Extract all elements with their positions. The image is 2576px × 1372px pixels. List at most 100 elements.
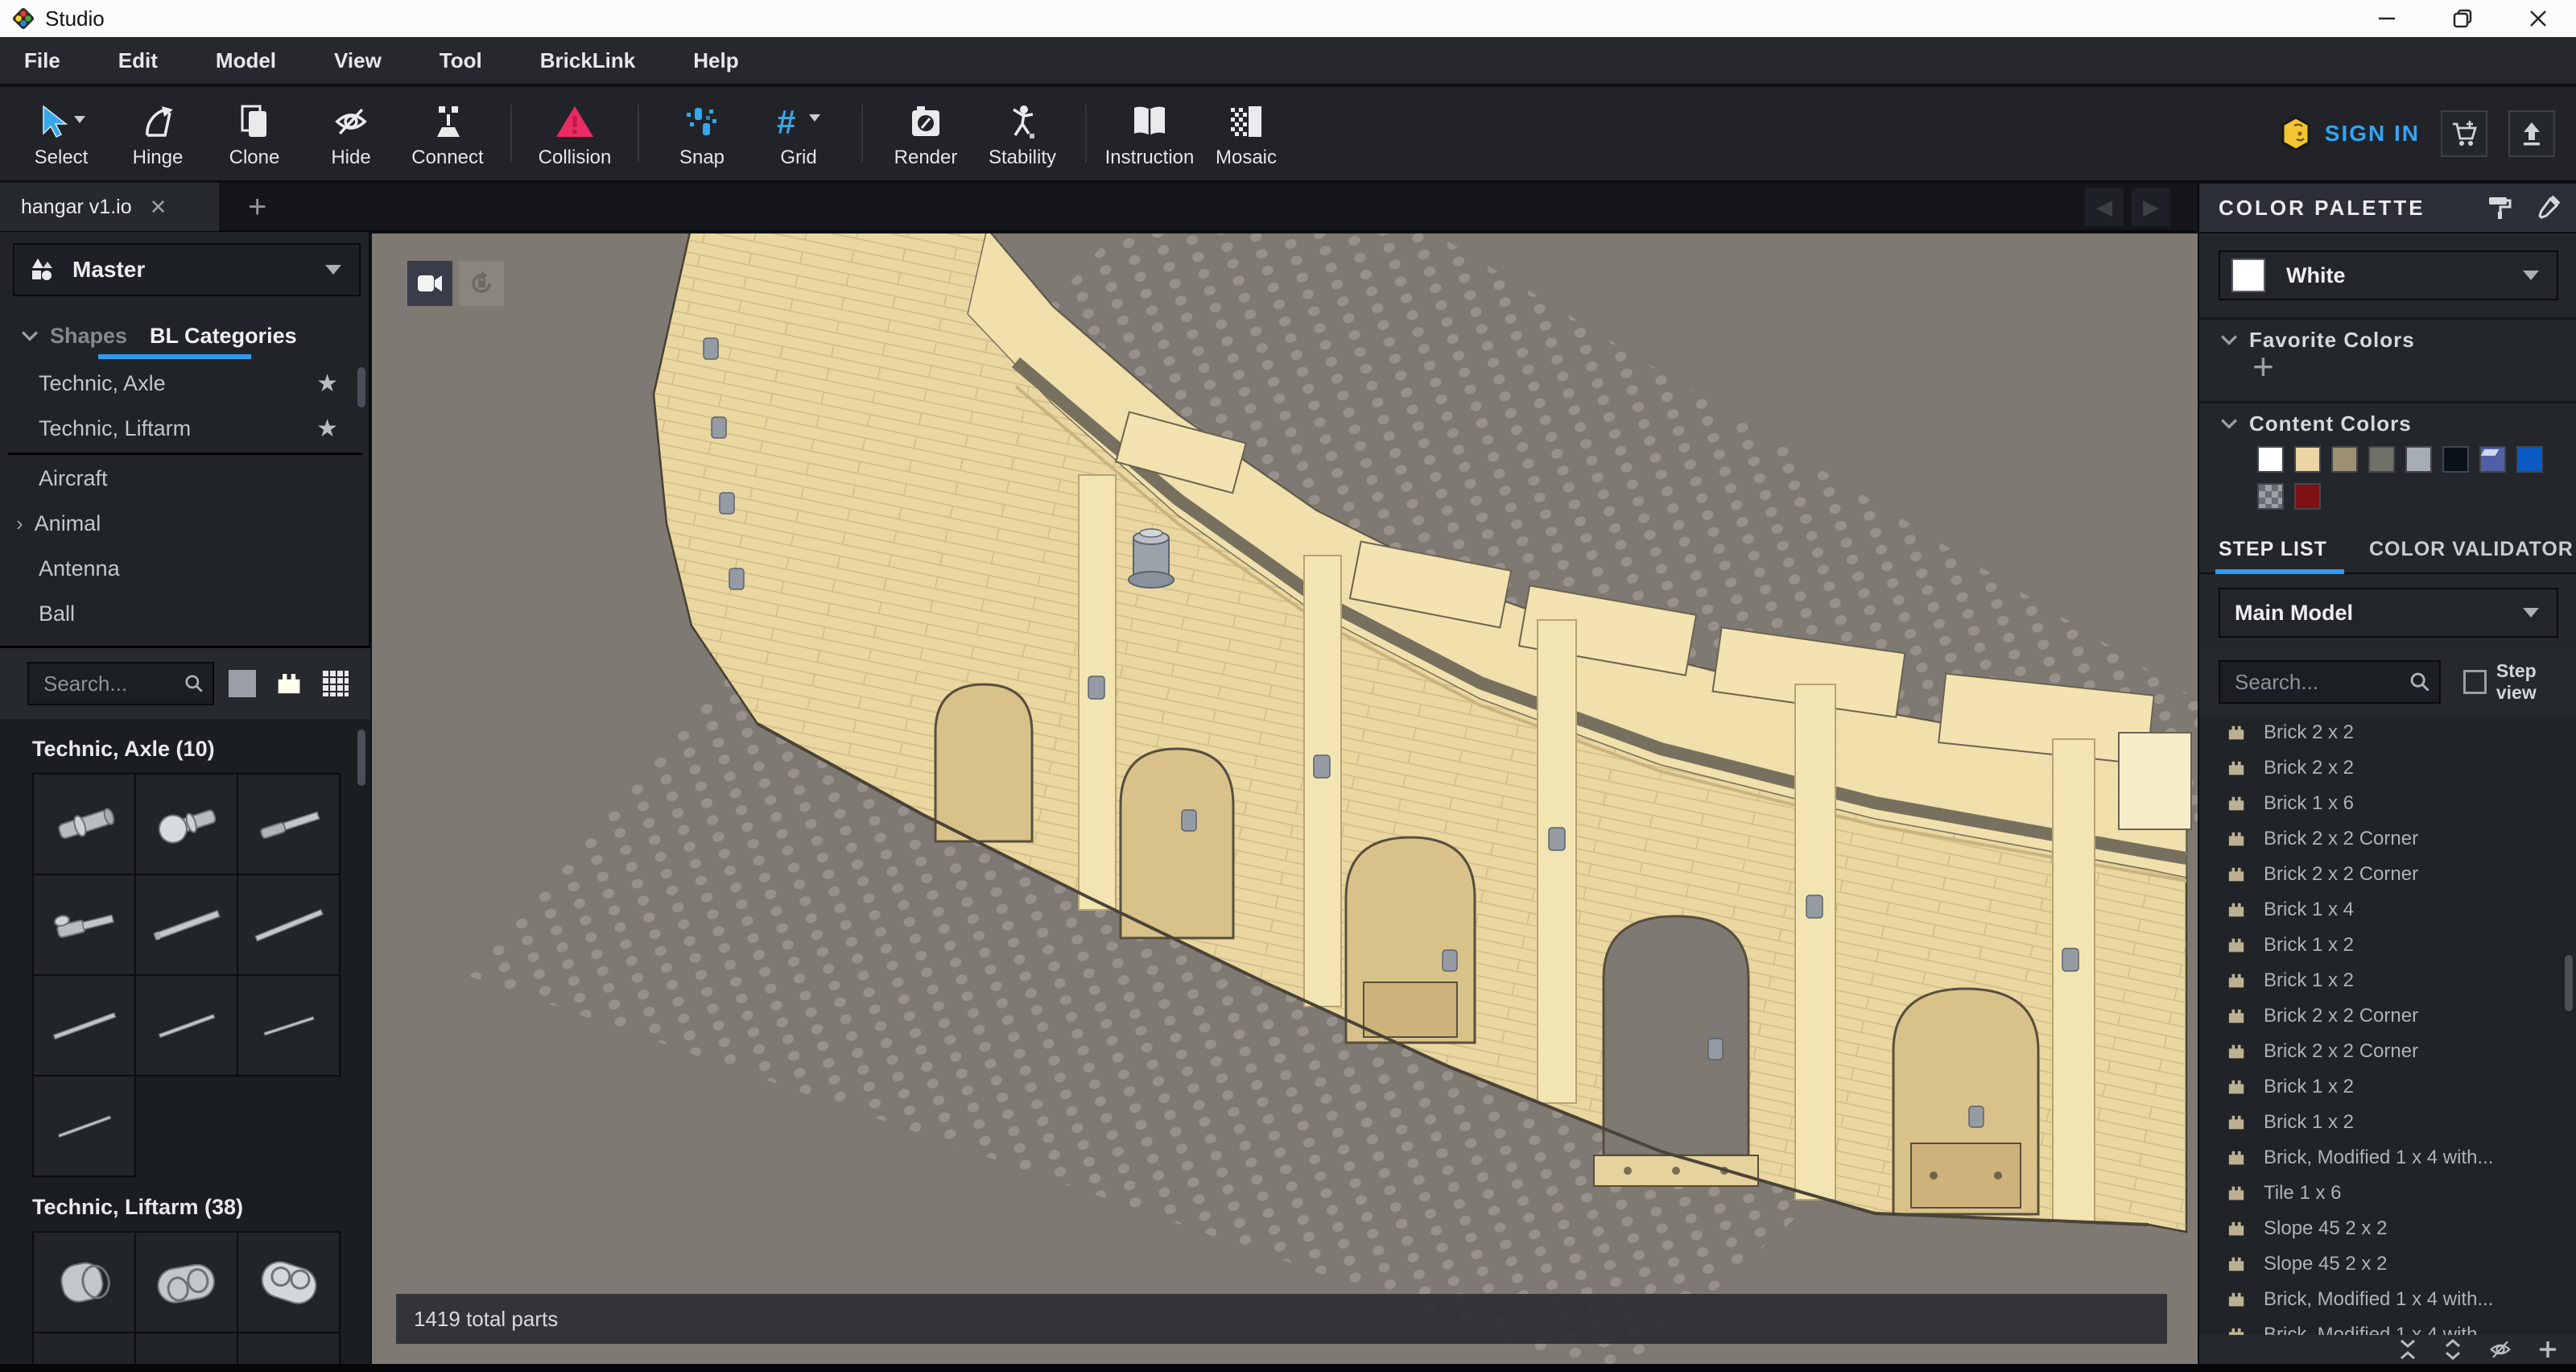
part-thumbnail-liftarm-5[interactable] xyxy=(136,1333,238,1364)
part-thumbnail-liftarm-3[interactable] xyxy=(238,1233,341,1333)
menu-bricklink[interactable]: BrickLink xyxy=(511,48,665,73)
menu-view[interactable]: View xyxy=(305,48,411,73)
part-thumbnail-thin-axle[interactable] xyxy=(136,976,238,1077)
part-thumbnail-liftarm-6[interactable] xyxy=(238,1333,341,1364)
current-color-dropdown[interactable]: White xyxy=(2219,250,2558,300)
hide-tool-button[interactable]: Hide xyxy=(303,87,399,180)
step-row[interactable]: Brick 1 x 2 xyxy=(2199,963,2576,998)
step-row[interactable]: Brick 1 x 2 xyxy=(2199,1105,2576,1140)
upload-button[interactable] xyxy=(2508,110,2555,157)
tab-bl-categories[interactable]: BL Categories xyxy=(150,324,297,349)
mosaic-tool-button[interactable]: Mosaic xyxy=(1198,87,1294,180)
hinge-tool-button[interactable]: Hinge xyxy=(109,87,206,180)
paint-roller-icon[interactable] xyxy=(2486,194,2513,221)
part-thumbnail-axle-pin[interactable] xyxy=(34,775,136,875)
cart-button[interactable] xyxy=(2441,110,2487,157)
collapse-all-icon[interactable] xyxy=(2397,1338,2418,1361)
part-thumbnail-thin-axle[interactable] xyxy=(238,976,341,1077)
add-favorite-color-button[interactable]: + xyxy=(2252,345,2274,388)
category-animal[interactable]: › Animal xyxy=(0,501,370,546)
sign-in-button[interactable]: SIGN IN xyxy=(2325,121,2420,147)
3d-viewport[interactable]: 1419 total parts xyxy=(372,233,2198,1364)
color-swatch-white[interactable] xyxy=(2257,446,2284,473)
camera-view-button[interactable] xyxy=(407,261,452,306)
parts-scrollbar[interactable] xyxy=(357,729,365,786)
add-step-icon[interactable] xyxy=(2537,1339,2558,1360)
part-thumbnail-liftarm-1[interactable] xyxy=(34,1233,136,1333)
step-view-checkbox[interactable] xyxy=(2463,670,2487,694)
step-row[interactable]: Brick 1 x 4 xyxy=(2199,892,2576,928)
step-row[interactable]: Brick 2 x 2 Corner xyxy=(2199,821,2576,857)
model-selector-dropdown[interactable]: Main Model xyxy=(2219,588,2558,638)
expand-all-icon[interactable] xyxy=(2442,1338,2463,1361)
tab-step-list[interactable]: STEP LIST xyxy=(2219,538,2327,561)
star-icon[interactable]: ★ xyxy=(316,370,338,398)
restore-button[interactable] xyxy=(2425,0,2500,37)
eyedropper-icon[interactable] xyxy=(2534,194,2562,221)
minimize-button[interactable] xyxy=(2349,0,2425,37)
menu-edit[interactable]: Edit xyxy=(89,48,187,73)
color-swatch-tan[interactable] xyxy=(2294,446,2321,473)
render-tool-button[interactable]: Render xyxy=(877,87,974,180)
step-row[interactable]: Brick 2 x 2 xyxy=(2199,750,2576,786)
menu-help[interactable]: Help xyxy=(664,48,767,73)
step-row[interactable]: Brick, Modified 1 x 4 with... xyxy=(2199,1282,2576,1317)
color-swatch-trans-clear[interactable] xyxy=(2257,483,2284,510)
view-mode-flat-button[interactable] xyxy=(224,665,261,702)
step-row[interactable]: Slope 45 2 x 2 xyxy=(2199,1246,2576,1282)
part-thumbnail-ball-pin[interactable] xyxy=(136,775,238,875)
stability-tool-button[interactable]: Stability xyxy=(974,87,1071,180)
collapse-chevron-icon[interactable] xyxy=(21,330,39,341)
color-swatch-dark-red[interactable] xyxy=(2294,483,2321,510)
expand-chevron-icon[interactable]: › xyxy=(16,511,23,536)
category-aircraft[interactable]: Aircraft xyxy=(0,456,370,501)
view-mode-brick-button[interactable] xyxy=(270,665,308,702)
part-thumbnail-thin-axle[interactable] xyxy=(34,976,136,1077)
tab-close-icon[interactable]: ✕ xyxy=(150,195,167,220)
connect-tool-button[interactable]: Connect xyxy=(399,87,496,180)
menu-model[interactable]: Model xyxy=(187,48,305,73)
collision-tool-button[interactable]: Collision xyxy=(526,87,623,180)
part-thumbnail-axle-with-stud[interactable] xyxy=(238,775,341,875)
content-colors-section[interactable]: Content Colors xyxy=(2199,406,2576,441)
color-swatch-gray[interactable] xyxy=(2368,446,2395,473)
category-antenna[interactable]: Antenna xyxy=(0,546,370,591)
color-swatch-light-gray[interactable] xyxy=(2405,446,2432,473)
master-model-dropdown[interactable]: Master xyxy=(13,243,361,296)
category-technic-liftarm[interactable]: Technic, Liftarm ★ xyxy=(0,406,370,451)
part-thumbnail-liftarm-4[interactable] xyxy=(34,1333,136,1364)
color-swatch-black[interactable] xyxy=(2442,446,2469,473)
part-thumbnail-long-axle[interactable] xyxy=(136,875,238,976)
step-row[interactable]: Brick, Modified 1 x 4 with... xyxy=(2199,1317,2576,1335)
category-scrollbar[interactable] xyxy=(357,367,365,407)
color-swatch-blue[interactable] xyxy=(2516,446,2543,473)
part-thumbnail-liftarm-2[interactable] xyxy=(136,1233,238,1333)
grid-tool-button[interactable]: # Grid xyxy=(750,87,847,180)
snap-tool-button[interactable]: Snap xyxy=(654,87,750,180)
category-ball[interactable]: Ball xyxy=(0,591,370,636)
category-technic-axle[interactable]: Technic, Axle ★ xyxy=(0,361,370,406)
part-thumbnail-pin-perpendicular[interactable] xyxy=(34,875,136,976)
view-mode-grid-button[interactable] xyxy=(317,665,354,702)
step-row[interactable]: Brick 1 x 6 xyxy=(2199,786,2576,821)
part-thumbnail-long-axle[interactable] xyxy=(238,875,341,976)
menu-file[interactable]: File xyxy=(0,48,89,73)
color-swatch-dark-tan[interactable] xyxy=(2331,446,2358,473)
step-row[interactable]: Brick 1 x 2 xyxy=(2199,1069,2576,1105)
hidden-parts-icon[interactable] xyxy=(2487,1337,2513,1362)
tab-scroll-left-button[interactable]: ◀ xyxy=(2085,188,2124,226)
tab-color-validator[interactable]: COLOR VALIDATOR xyxy=(2369,538,2574,561)
select-tool-button[interactable]: Select xyxy=(13,87,109,180)
step-row[interactable]: Brick 2 x 2 xyxy=(2199,715,2576,750)
step-row[interactable]: Brick 1 x 2 xyxy=(2199,928,2576,963)
tab-shapes[interactable]: Shapes xyxy=(50,324,127,349)
rotation-lock-button[interactable] xyxy=(459,261,504,306)
clone-tool-button[interactable]: Clone xyxy=(206,87,303,180)
step-row[interactable]: Tile 1 x 6 xyxy=(2199,1176,2576,1211)
tab-scroll-right-button[interactable]: ▶ xyxy=(2132,188,2170,226)
step-row[interactable]: Slope 45 2 x 2 xyxy=(2199,1211,2576,1246)
step-row[interactable]: Brick 2 x 2 Corner xyxy=(2199,1034,2576,1069)
step-row[interactable]: Brick, Modified 1 x 4 with... xyxy=(2199,1140,2576,1176)
step-row[interactable]: Brick 2 x 2 Corner xyxy=(2199,998,2576,1034)
part-thumbnail-thin-axle[interactable] xyxy=(34,1077,136,1177)
